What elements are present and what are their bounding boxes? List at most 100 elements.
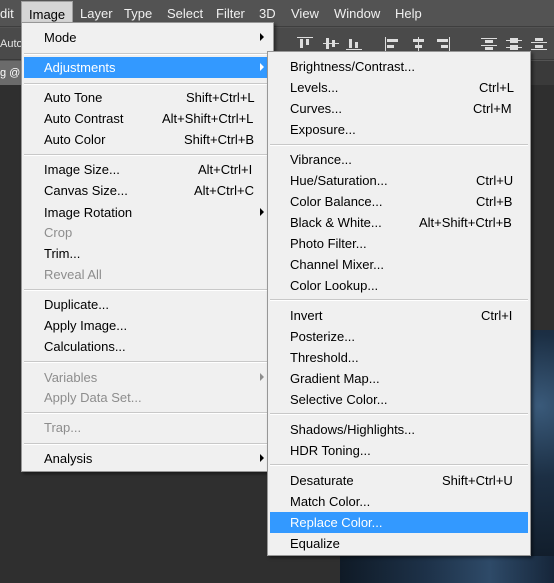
distribute-vcenter-icon[interactable]: [505, 36, 523, 52]
menu-item-auto-tone[interactable]: Auto Tone Shift+Ctrl+L: [24, 87, 271, 108]
distribute-bottom-icon[interactable]: [530, 36, 548, 52]
menu-item-vibrance[interactable]: Vibrance...: [270, 149, 528, 170]
menu-item-calculations[interactable]: Calculations...: [24, 336, 271, 357]
menu-item-brightness-contrast[interactable]: Brightness/Contrast...: [270, 56, 528, 77]
menu-item-match-color[interactable]: Match Color...: [270, 491, 528, 512]
menu-item-label: Auto Tone: [44, 90, 103, 105]
menu-item-hdr-toning[interactable]: HDR Toning...: [270, 440, 528, 461]
menu-edit[interactable]: dit: [0, 0, 14, 27]
menu-item-canvas-size[interactable]: Canvas Size... Alt+Ctrl+C: [24, 180, 271, 201]
menu-item-label: Adjustments: [44, 60, 116, 75]
menu-item-label: Brightness/Contrast...: [290, 59, 415, 74]
image-menu: Mode Adjustments Auto Tone Shift+Ctrl+L …: [21, 22, 274, 472]
menu-item-trim[interactable]: Trim...: [24, 243, 271, 264]
menu-separator: [24, 361, 271, 363]
menu-separator: [24, 412, 271, 414]
distribute-top-icon[interactable]: [480, 36, 498, 52]
adjustments-submenu: Brightness/Contrast... Levels... Ctrl+L …: [267, 51, 531, 556]
menu-item-auto-contrast[interactable]: Auto Contrast Alt+Shift+Ctrl+L: [24, 108, 271, 129]
menu-item-shortcut: Alt+Ctrl+I: [198, 162, 253, 177]
menu-item-label: Analysis: [44, 451, 93, 466]
menu-item-shortcut: Ctrl+M: [473, 101, 512, 116]
menu-separator: [24, 53, 271, 55]
menu-item-equalize[interactable]: Equalize: [270, 533, 528, 554]
menu-item-label: Selective Color...: [290, 392, 388, 407]
menu-item-label: Match Color...: [290, 494, 371, 509]
menu-item-color-balance[interactable]: Color Balance... Ctrl+B: [270, 191, 528, 212]
menu-item-mode[interactable]: Mode: [24, 27, 271, 48]
menu-item-gradient-map[interactable]: Gradient Map...: [270, 368, 528, 389]
menu-item-auto-color[interactable]: Auto Color Shift+Ctrl+B: [24, 129, 271, 150]
menu-item-channel-mixer[interactable]: Channel Mixer...: [270, 254, 528, 275]
menu-item-label: Channel Mixer...: [290, 257, 384, 272]
menu-item-image-rotation[interactable]: Image Rotation: [24, 202, 271, 223]
menu-item-label: Apply Image...: [44, 318, 128, 333]
menu-item-label: Levels...: [290, 80, 339, 95]
menu-separator: [270, 464, 528, 466]
menu-item-adjustments[interactable]: Adjustments: [24, 57, 271, 78]
menu-item-photo-filter[interactable]: Photo Filter...: [270, 233, 528, 254]
menu-item-image-size[interactable]: Image Size... Alt+Ctrl+I: [24, 159, 271, 180]
document-tab[interactable]: g @: [0, 61, 22, 85]
menu-view[interactable]: View: [291, 0, 319, 27]
menu-help[interactable]: Help: [395, 0, 422, 27]
menu-item-apply-data-set: Apply Data Set...: [24, 387, 271, 408]
menu-item-label: Reveal All: [44, 267, 102, 282]
menu-item-exposure[interactable]: Exposure...: [270, 119, 528, 140]
align-left-icon[interactable]: [384, 36, 402, 52]
menu-item-black-white[interactable]: Black & White... Alt+Shift+Ctrl+B: [270, 212, 528, 233]
menu-window[interactable]: Window: [334, 0, 380, 27]
menu-separator: [270, 413, 528, 415]
menu-item-replace-color[interactable]: Replace Color...: [270, 512, 528, 533]
align-bottom-icon[interactable]: [345, 36, 363, 52]
menu-item-label: Image Size...: [44, 162, 120, 177]
menu-item-label: Curves...: [290, 101, 343, 116]
menu-item-shortcut: Alt+Shift+Ctrl+B: [419, 215, 512, 230]
menu-item-analysis[interactable]: Analysis: [24, 448, 271, 469]
menu-separator: [270, 299, 528, 301]
menu-item-label: Shadows/Highlights...: [290, 422, 416, 437]
menu-item-label: Posterize...: [290, 329, 356, 344]
menu-separator: [270, 144, 528, 146]
photo-canvas-bottom[interactable]: [340, 556, 554, 583]
menu-item-threshold[interactable]: Threshold...: [270, 347, 528, 368]
menu-item-label: Duplicate...: [44, 297, 110, 312]
align-right-icon[interactable]: [433, 36, 451, 52]
menu-item-levels[interactable]: Levels... Ctrl+L: [270, 77, 528, 98]
menu-item-label: Crop: [44, 225, 73, 240]
menu-item-curves[interactable]: Curves... Ctrl+M: [270, 98, 528, 119]
menu-item-desaturate[interactable]: Desaturate Shift+Ctrl+U: [270, 470, 528, 491]
menu-item-shortcut: Alt+Shift+Ctrl+L: [162, 111, 254, 126]
menu-separator: [24, 154, 271, 156]
menu-item-posterize[interactable]: Posterize...: [270, 326, 528, 347]
menu-item-label: Photo Filter...: [290, 236, 367, 251]
submenu-arrow-icon: [260, 208, 264, 216]
menu-separator: [24, 443, 271, 445]
submenu-arrow-icon: [260, 63, 264, 71]
menu-item-label: Apply Data Set...: [44, 390, 142, 405]
menu-item-shadows-highlights[interactable]: Shadows/Highlights...: [270, 419, 528, 440]
align-top-icon[interactable]: [296, 36, 314, 52]
menu-item-hue-saturation[interactable]: Hue/Saturation... Ctrl+U: [270, 170, 528, 191]
menu-item-color-lookup[interactable]: Color Lookup...: [270, 275, 528, 296]
menu-item-shortcut: Ctrl+B: [476, 194, 513, 209]
align-vcenter-icon[interactable]: [322, 36, 340, 52]
photo-canvas[interactable]: [530, 330, 554, 583]
menu-item-apply-image[interactable]: Apply Image...: [24, 315, 271, 336]
submenu-arrow-icon: [260, 454, 264, 462]
menu-item-invert[interactable]: Invert Ctrl+I: [270, 305, 528, 326]
menu-item-label: Replace Color...: [290, 515, 383, 530]
menu-item-label: Canvas Size...: [44, 183, 128, 198]
menu-item-label: Black & White...: [290, 215, 382, 230]
align-hcenter-icon[interactable]: [410, 36, 428, 52]
menu-item-label: Image Rotation: [44, 205, 133, 220]
menu-item-label: Vibrance...: [290, 152, 352, 167]
menu-item-label: Variables: [44, 370, 98, 385]
menu-item-selective-color[interactable]: Selective Color...: [270, 389, 528, 410]
menu-item-label: HDR Toning...: [290, 443, 371, 458]
menu-item-label: Calculations...: [44, 339, 126, 354]
menu-item-duplicate[interactable]: Duplicate...: [24, 294, 271, 315]
submenu-arrow-icon: [260, 33, 264, 41]
menu-item-label: Trim...: [44, 246, 81, 261]
menu-item-shortcut: Shift+Ctrl+L: [186, 90, 255, 105]
